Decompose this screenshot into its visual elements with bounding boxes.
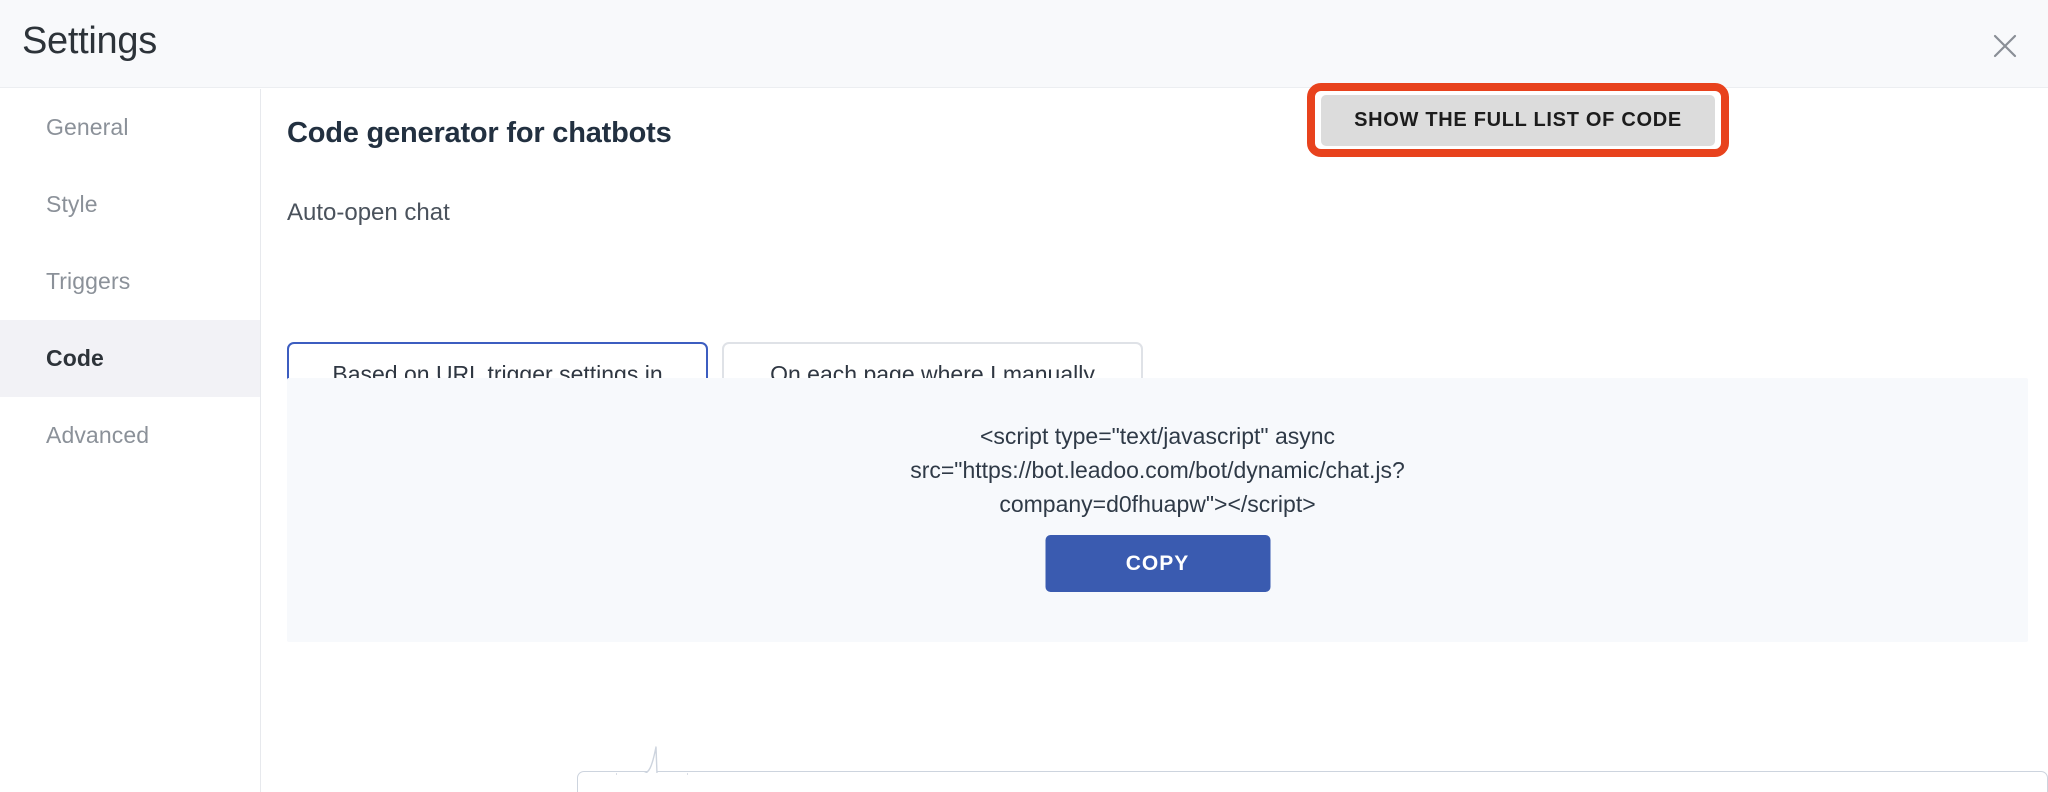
settings-sidebar: General Style Triggers Code Advanced [0,89,261,792]
highlight-annotation [1307,83,1729,157]
sidebar-item-general[interactable]: General [0,89,260,166]
code-snippet-panel: <script type="text/javascript" async src… [287,378,2028,642]
sidebar-item-label: Code [46,345,104,371]
bubble-pointer-icon [616,741,688,777]
auto-open-chat-label: Auto-open chat [287,199,450,226]
modal-header: Settings [0,0,2048,88]
sidebar-item-label: Style [46,191,98,217]
sidebar-item-triggers[interactable]: Triggers [0,243,260,320]
user-instruction-bubble: Embed this code globally within your sit… [577,746,2048,792]
close-icon[interactable] [1984,25,2026,67]
settings-content-panel: Code generator for chatbots Auto-open ch… [262,89,2048,792]
sidebar-item-label: General [46,114,129,140]
copy-button[interactable]: COPY [1045,535,1270,592]
sidebar-item-label: Advanced [46,422,150,448]
sidebar-item-code[interactable]: Code [0,320,260,397]
sidebar-item-advanced[interactable]: Advanced [0,397,260,474]
settings-modal: Settings General Style Triggers Code Adv… [0,0,2048,792]
section-heading: Code generator for chatbots [287,117,672,149]
page-title: Settings [22,20,157,62]
code-snippet-text[interactable]: <script type="text/javascript" async src… [287,419,2028,521]
sidebar-item-style[interactable]: Style [0,166,260,243]
sidebar-item-label: Triggers [46,268,131,294]
